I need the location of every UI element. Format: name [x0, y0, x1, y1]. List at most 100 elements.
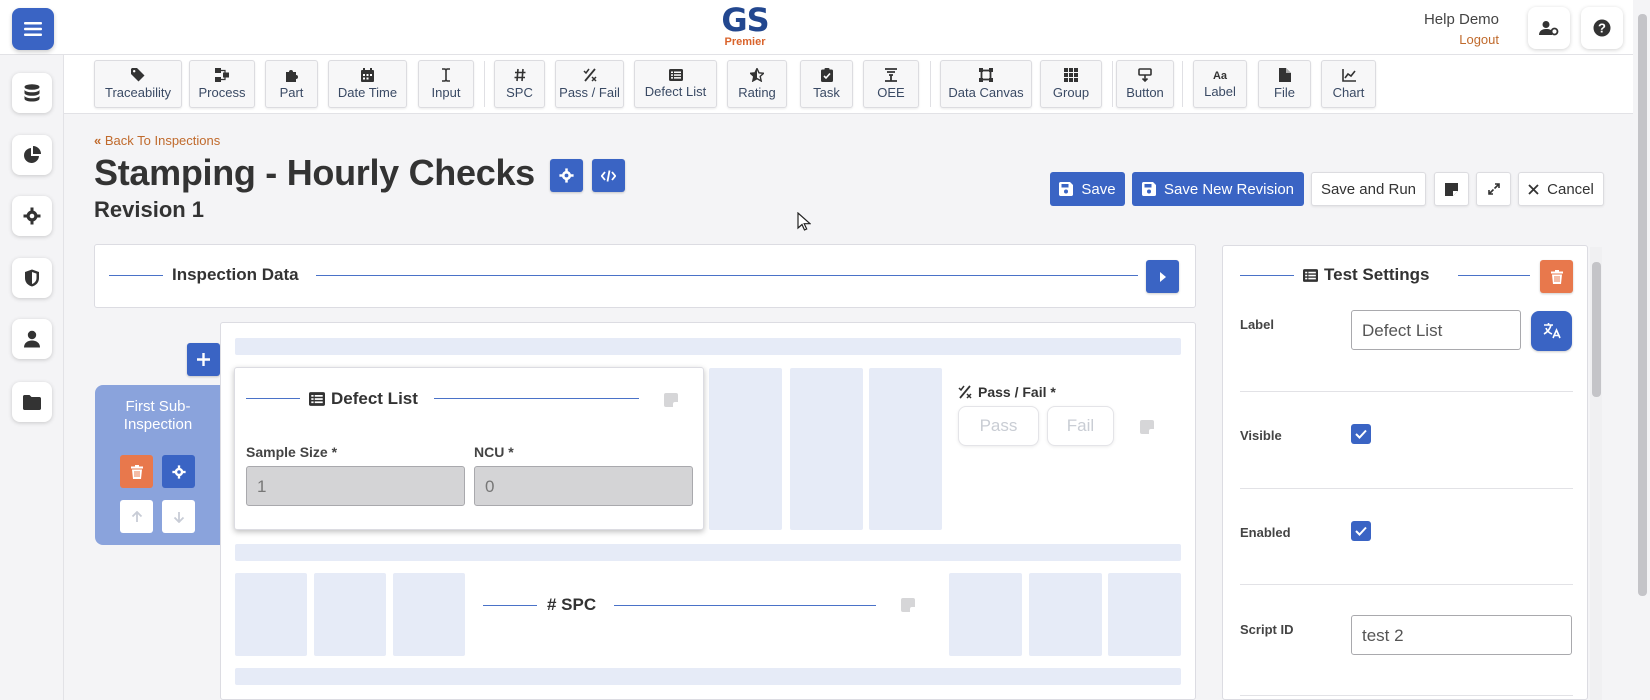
sidebar-item-security[interactable]: [12, 258, 52, 298]
cancel-button[interactable]: Cancel: [1518, 172, 1604, 206]
clipboard-check-icon: [820, 68, 833, 82]
defect-list-title-text: Defect List: [331, 389, 418, 408]
tool-label-component[interactable]: Aa Label: [1193, 60, 1247, 108]
tool-label: Pass / Fail: [559, 85, 620, 100]
oee-icon: [885, 68, 897, 82]
pass-fail-title: Pass / Fail *: [958, 384, 1056, 400]
script-id-input[interactable]: test 2: [1351, 615, 1572, 655]
tool-task[interactable]: Task: [800, 60, 853, 108]
sticky-note-icon[interactable]: [664, 393, 678, 407]
user-settings-button[interactable]: [1528, 7, 1570, 49]
logout-link[interactable]: Logout: [1459, 32, 1499, 47]
caret-right-icon: [1160, 271, 1166, 282]
tool-date-time[interactable]: Date Time: [328, 60, 407, 108]
enabled-checkbox[interactable]: [1351, 521, 1371, 541]
settings-scrollbar-thumb[interactable]: [1592, 262, 1601, 397]
mouse-pointer-icon: [797, 212, 811, 231]
fail-button[interactable]: Fail: [1047, 406, 1114, 446]
settings-divider: [1240, 488, 1573, 489]
tool-label: Part: [279, 85, 304, 100]
move-up-button[interactable]: [120, 500, 153, 533]
section-rule: [1458, 275, 1530, 276]
sticky-note-icon[interactable]: [1140, 420, 1154, 434]
help-button[interactable]: ?: [1581, 7, 1623, 49]
save-and-run-button[interactable]: Save and Run: [1311, 172, 1426, 206]
tool-label: Defect List: [644, 84, 707, 99]
sidebar-item-users[interactable]: [12, 319, 52, 359]
sidebar-item-files[interactable]: [12, 382, 52, 422]
tool-oee[interactable]: OEE: [863, 60, 919, 108]
sidebar-item-reports[interactable]: [12, 135, 52, 175]
top-bar: GS Premier Help Demo Logout ?: [0, 0, 1633, 55]
delete-component-button[interactable]: [1540, 260, 1573, 293]
inspection-settings-button[interactable]: [550, 159, 583, 192]
save-new-revision-button[interactable]: Save New Revision: [1132, 172, 1304, 206]
tool-label: Task: [813, 85, 840, 100]
sub-inspection-settings-button[interactable]: [162, 455, 195, 488]
drop-zone-placeholder: [235, 338, 1181, 355]
file-icon: [1278, 68, 1291, 82]
sidebar-item-settings[interactable]: [12, 196, 52, 236]
sticky-note-icon[interactable]: [901, 598, 915, 612]
save-button[interactable]: Save: [1050, 172, 1125, 206]
section-rule: [1240, 275, 1294, 276]
window-scrollbar-thumb[interactable]: [1638, 14, 1647, 596]
component-toolbar: Traceability Process Part Date Time Inpu…: [64, 55, 1633, 114]
arrow-up-icon: [131, 510, 142, 522]
expand-button[interactable]: [1476, 172, 1511, 206]
translate-button[interactable]: [1531, 311, 1572, 351]
tool-pass-fail[interactable]: Pass / Fail: [555, 60, 624, 108]
calendar-icon: [361, 68, 374, 82]
tool-group[interactable]: Group: [1040, 60, 1102, 108]
trash-icon: [130, 464, 143, 479]
chart-icon: [1341, 68, 1356, 82]
tool-defect-list[interactable]: Defect List: [634, 60, 717, 108]
pass-button[interactable]: Pass: [958, 406, 1039, 446]
add-sub-inspection-button[interactable]: [187, 343, 220, 376]
tool-input[interactable]: Input: [418, 60, 474, 108]
sidebar-item-data[interactable]: [12, 73, 52, 113]
expand-icon: [1487, 183, 1500, 195]
sub-inspection-title: First Sub-Inspection: [123, 398, 193, 433]
list-icon: [1303, 268, 1318, 282]
pie-chart-icon: [24, 146, 41, 163]
delete-sub-inspection-button[interactable]: [120, 455, 153, 488]
drop-zone-placeholder: [949, 573, 1022, 656]
tool-label: Label: [1204, 84, 1236, 99]
tool-process[interactable]: Process: [189, 60, 255, 108]
visible-checkbox[interactable]: [1351, 424, 1371, 444]
section-rule: [109, 275, 163, 276]
tool-file[interactable]: File: [1258, 60, 1311, 108]
hamburger-menu-button[interactable]: [12, 8, 54, 50]
code-view-button[interactable]: [592, 159, 625, 192]
tool-chart[interactable]: Chart: [1321, 60, 1376, 108]
drop-zone-placeholder: [235, 573, 307, 656]
logo[interactable]: GS Premier: [715, 3, 775, 48]
tool-spc[interactable]: SPC: [494, 60, 545, 108]
sticky-note-icon: [1445, 182, 1458, 196]
tool-label: Process: [198, 85, 246, 100]
database-icon: [24, 84, 40, 102]
tool-button[interactable]: Button: [1116, 60, 1174, 108]
visible-label: Visible: [1240, 428, 1282, 443]
tool-data-canvas[interactable]: Data Canvas: [940, 60, 1032, 108]
tool-traceability[interactable]: Traceability: [94, 60, 182, 108]
label-field-label: Label: [1240, 317, 1274, 332]
section-rule: [483, 605, 537, 606]
cancel-label: Cancel: [1547, 180, 1594, 198]
label-input[interactable]: Defect List: [1351, 310, 1521, 350]
notes-button[interactable]: [1434, 172, 1469, 206]
expand-section-button[interactable]: [1146, 260, 1179, 293]
tool-rating[interactable]: Rating: [727, 60, 787, 108]
tool-label: Data Canvas: [948, 85, 1024, 100]
toolbar-divider: [1112, 61, 1113, 107]
svg-text:Aa: Aa: [1213, 70, 1228, 81]
revision-label: Revision 1: [94, 197, 205, 222]
back-to-inspections-link[interactable]: « Back To Inspections: [94, 133, 220, 148]
section-rule: [316, 275, 1138, 276]
move-down-button[interactable]: [162, 500, 195, 533]
pass-fail-title-text: Pass / Fail *: [978, 384, 1056, 400]
tool-part[interactable]: Part: [265, 60, 318, 108]
close-icon: [1528, 183, 1539, 195]
tool-label: Input: [431, 85, 461, 100]
